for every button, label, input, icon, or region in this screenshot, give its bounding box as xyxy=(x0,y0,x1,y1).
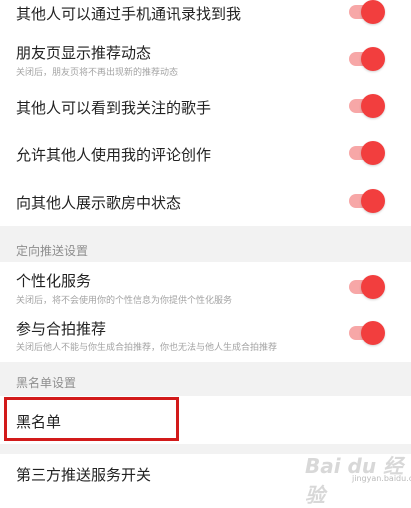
setting-row-followed-singers[interactable]: 其他人可以看到我关注的歌手 xyxy=(0,86,411,128)
setting-row-contacts[interactable]: 其他人可以通过手机通讯录找到我 xyxy=(0,0,411,28)
toggle-switch[interactable] xyxy=(349,0,385,24)
setting-row-comment-creation[interactable]: 允许其他人使用我的评论创作 xyxy=(0,133,411,175)
setting-label: 允许其他人使用我的评论创作 xyxy=(16,146,212,164)
setting-row-friend-feed[interactable]: 朋友页显示推荐动态 关闭后，朋友页将不再出现新的推荐动态 xyxy=(0,30,411,86)
setting-label: 向其他人展示歌房中状态 xyxy=(16,194,182,212)
setting-row-room-status[interactable]: 向其他人展示歌房中状态 xyxy=(0,180,411,222)
toggle-switch[interactable] xyxy=(349,275,385,299)
setting-description: 关闭后他人不能与你生成合拍推荐，你也无法与他人生成合拍推荐 xyxy=(16,343,278,353)
toggle-switch[interactable] xyxy=(349,47,385,71)
watermark-url: jingyan.baidu.com xyxy=(352,474,411,483)
setting-row-personalized-service[interactable]: 个性化服务 关闭后，将不会使用你的个性信息为你提供个性化服务 xyxy=(0,262,411,310)
toggle-knob xyxy=(361,47,385,71)
toggle-switch[interactable] xyxy=(349,321,385,345)
toggle-knob xyxy=(361,189,385,213)
toggle-knob xyxy=(361,0,385,24)
toggle-switch[interactable] xyxy=(349,189,385,213)
highlight-box xyxy=(4,397,179,441)
third-party-push-label: 第三方推送服务开关 xyxy=(16,466,152,484)
toggle-switch[interactable] xyxy=(349,141,385,165)
setting-label: 其他人可以看到我关注的歌手 xyxy=(16,99,212,117)
setting-description: 关闭后，将不会使用你的个性信息为你提供个性化服务 xyxy=(16,296,233,306)
toggle-knob xyxy=(361,275,385,299)
setting-label: 个性化服务 xyxy=(16,272,92,290)
section-blacklist: 黑名单设置 xyxy=(0,362,411,396)
setting-label: 其他人可以通过手机通讯录找到我 xyxy=(16,5,242,23)
setting-label: 参与合拍推荐 xyxy=(16,320,107,338)
setting-description: 关闭后，朋友页将不再出现新的推荐动态 xyxy=(16,68,179,78)
toggle-knob xyxy=(361,141,385,165)
setting-label: 朋友页显示推荐动态 xyxy=(16,44,152,62)
toggle-switch[interactable] xyxy=(349,94,385,118)
section-header: 定向推送设置 xyxy=(16,244,89,258)
toggle-knob xyxy=(361,321,385,345)
toggle-knob xyxy=(361,94,385,118)
section-push: 定向推送设置 xyxy=(0,226,411,262)
setting-row-duet-recommend[interactable]: 参与合拍推荐 关闭后他人不能与你生成合拍推荐，你也无法与他人生成合拍推荐 xyxy=(0,312,411,360)
section-header: 黑名单设置 xyxy=(16,376,77,390)
